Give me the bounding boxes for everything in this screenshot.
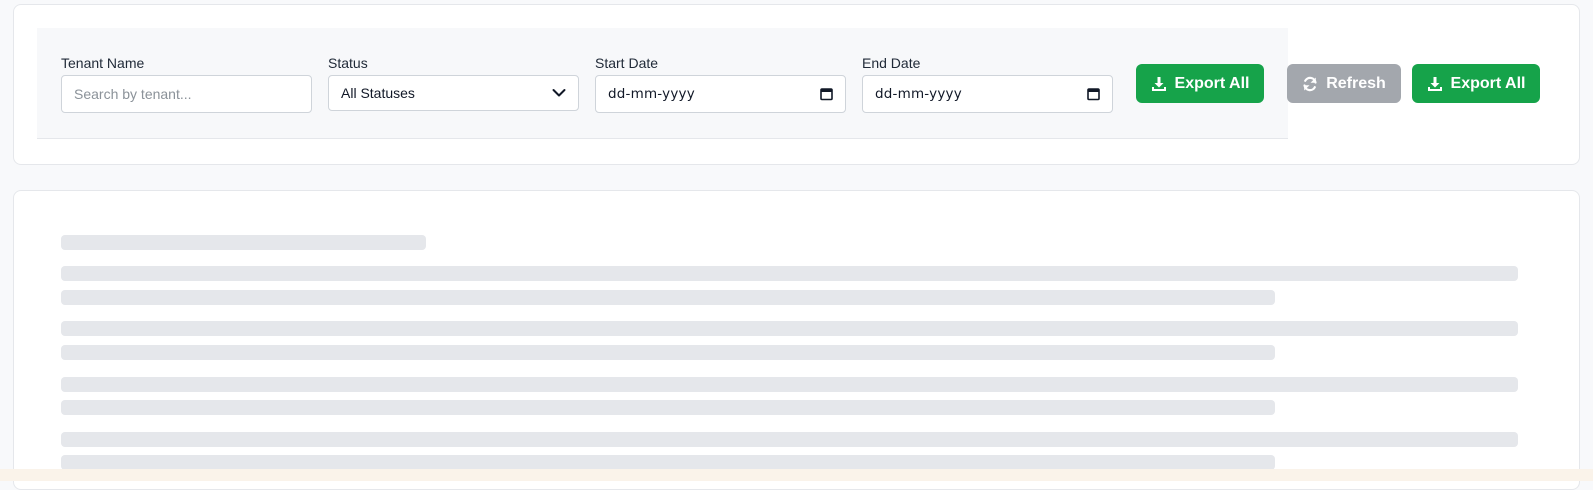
- chevron-down-icon: [552, 89, 566, 98]
- bottom-strip: [0, 469, 1593, 481]
- tenant-search-placeholder: Search by tenant...: [74, 86, 192, 102]
- tenant-name-label: Tenant Name: [61, 55, 145, 71]
- skeleton-line: [61, 321, 1518, 336]
- export-all-label: Export All: [1450, 74, 1526, 92]
- status-selected-value: All Statuses: [341, 85, 415, 101]
- export-all-inline-label: Export All: [1174, 74, 1250, 92]
- end-date-value: dd-mm-yyyy: [875, 86, 962, 102]
- download-icon: [1151, 76, 1167, 92]
- start-date-input[interactable]: dd-mm-yyyy: [595, 75, 846, 113]
- skeleton-line: [61, 400, 1275, 415]
- start-date-value: dd-mm-yyyy: [608, 86, 695, 102]
- export-all-button[interactable]: Export All: [1412, 64, 1540, 103]
- status-select[interactable]: All Statuses: [328, 75, 579, 111]
- refresh-label: Refresh: [1326, 74, 1386, 92]
- skeleton-line: [61, 266, 1518, 281]
- skeleton-line: [61, 377, 1518, 392]
- status-label: Status: [328, 55, 368, 71]
- download-icon: [1427, 76, 1443, 92]
- calendar-icon[interactable]: [820, 88, 833, 101]
- status-field: Status All Statuses: [328, 53, 579, 111]
- end-date-label: End Date: [862, 55, 921, 71]
- skeleton-line: [61, 290, 1275, 305]
- refresh-button[interactable]: Refresh: [1287, 64, 1401, 103]
- tenant-name-field: Tenant Name Search by tenant...: [61, 53, 312, 113]
- filter-panel: Tenant Name Search by tenant... Status A…: [37, 28, 1288, 139]
- filter-card: Tenant Name Search by tenant... Status A…: [13, 4, 1580, 165]
- export-all-inline-button[interactable]: Export All: [1136, 64, 1264, 103]
- content-card: [13, 190, 1580, 490]
- skeleton-line: [61, 432, 1518, 447]
- start-date-field: Start Date dd-mm-yyyy: [595, 53, 846, 113]
- end-date-field: End Date dd-mm-yyyy: [862, 53, 1113, 113]
- calendar-icon[interactable]: [1087, 88, 1100, 101]
- skeleton-line: [61, 455, 1275, 470]
- skeleton-heading: [61, 235, 426, 250]
- start-date-label: Start Date: [595, 55, 659, 71]
- skeleton-line: [61, 345, 1275, 360]
- end-date-input[interactable]: dd-mm-yyyy: [862, 75, 1113, 113]
- tenant-search-input[interactable]: Search by tenant...: [61, 75, 312, 113]
- refresh-icon: [1302, 76, 1318, 92]
